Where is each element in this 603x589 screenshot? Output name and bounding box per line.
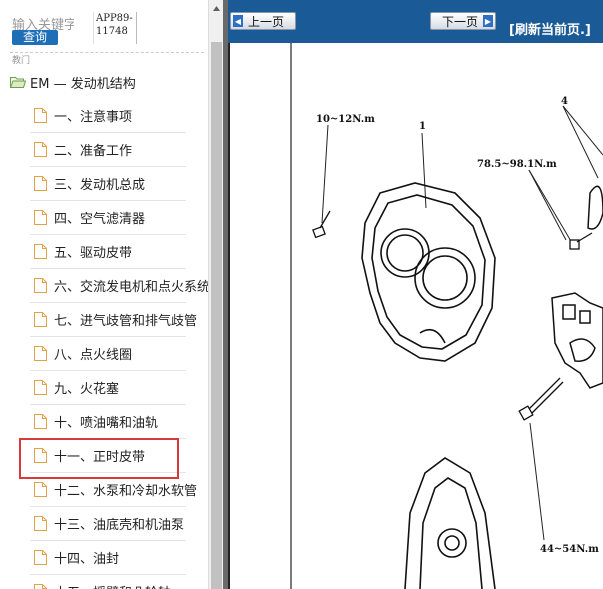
scroll-up-arrow-icon[interactable] [209,0,224,16]
scrollbar[interactable] [208,0,223,589]
next-page-button[interactable]: 下一页 ▶ [430,12,496,30]
timing-cover-lower [404,457,496,589]
torque-label-2: 78.5~98.1N.m [477,159,557,170]
document-icon [34,345,47,361]
document-icon [34,447,47,463]
tree-item-label: 四、空气滤清器 [54,211,146,227]
tree-item-label: 十二、水泵和冷却水软管 [54,483,198,499]
refresh-page-link[interactable]: [刷新当前页.] [509,19,591,38]
tree-item[interactable]: 十三、油底壳和机油泵 [34,506,208,540]
page-toolbar: ◀ 上一页 下一页 ▶ [刷新当前页.] [228,0,603,43]
tree-item-label: 一、注意事项 [54,109,133,125]
document-icon [34,379,47,395]
tree-item[interactable]: 十五、摇臂和凸轮轴 [34,574,208,589]
arrow-right-icon: ▶ [483,15,493,27]
scroll-thumb[interactable] [211,42,222,589]
document-icon [34,175,47,191]
tree-item-label: 六、交流发电机和点火系统 [54,279,208,295]
tree-item[interactable]: 五、驱动皮带 [34,234,208,268]
divider [10,52,204,53]
tree-item[interactable]: 四、空气滤清器 [34,200,208,234]
tree-caption: 教门 [12,56,31,66]
leader-lines [321,105,603,541]
tree-item[interactable]: 十、喷油嘴和油轨 [34,404,208,438]
timing-cover-upper [361,182,496,362]
tree-item[interactable]: 十一、正时皮带 [34,438,208,472]
tree-item[interactable]: 八、点火线圈 [34,336,208,370]
tensioner-bracket [551,185,603,389]
tree-item[interactable]: 六、交流发电机和点火系统 [34,268,208,302]
tree-item-label: 十、喷油嘴和油轨 [54,415,159,431]
tree-item[interactable]: 二、准备工作 [34,132,208,166]
tree-root-label: EM — 发动机结构 [30,76,136,92]
search-button[interactable]: 查询 [12,30,58,45]
document-icon [34,141,47,157]
tree-item-label: 十一、正时皮带 [54,449,146,465]
timing-belt-diagram: 10~12N.m 78.5~98.1N.m 44~54N.m 1 4 [290,43,603,589]
tree-item[interactable]: 十四、油封 [34,540,208,574]
next-page-label: 下一页 [441,14,478,29]
document-icon [34,243,47,259]
tree-root-em[interactable]: EM — 发动机结构 [10,72,136,92]
tree-item[interactable]: 三、发动机总成 [34,166,208,200]
tree-item[interactable]: 九、火花塞 [34,370,208,404]
document-view: 10~12N.m 78.5~98.1N.m 44~54N.m 1 4 [228,43,603,589]
tree-item-label: 十五、摇臂和凸轮轴 [54,582,171,589]
folder-open-icon [10,77,26,88]
document-icon [34,481,47,497]
tree-item-label: 五、驱动皮带 [54,245,133,261]
part-number-1: 1 [419,121,426,132]
bolt-parts [312,210,593,421]
tree-item[interactable]: 七、进气歧管和排气歧管 [34,302,208,336]
document-icon [34,107,47,123]
document-icon [34,515,47,531]
tree-item[interactable]: 十二、水泵和冷却水软管 [34,472,208,506]
tree-item-label: 七、进气歧管和排气歧管 [54,313,198,329]
navigation-pane: 输入关键字 查询 APP89-11748 教门 EM — 发动机结构 一、注意事… [0,0,208,589]
document-icon [34,413,47,429]
tree-item-label: 八、点火线圈 [54,347,133,363]
part-number-4: 4 [561,96,568,107]
torque-label-1: 10~12N.m [316,114,375,125]
document-icon [34,583,47,589]
torque-label-3: 44~54N.m [540,544,599,555]
document-icon [34,209,47,225]
tree-item[interactable]: 一、注意事项 [34,98,208,132]
tree-item-label: 二、准备工作 [54,143,133,159]
arrow-left-icon: ◀ [233,15,243,27]
tree-item-label: 十四、油封 [54,551,120,567]
document-icon [34,311,47,327]
tree-item-label: 九、火花塞 [54,381,120,397]
tree-item-label: 三、发动机总成 [54,177,146,193]
tree-item-label: 十三、油底壳和机油泵 [54,517,185,533]
document-icon [34,549,47,565]
prev-page-button[interactable]: ◀ 上一页 [230,12,296,30]
content-pane: ◀ 上一页 下一页 ▶ [刷新当前页.] 10~12N.m 78.5~98.1N… [228,0,603,589]
document-icon [34,277,47,293]
app-code: APP89-11748 [93,12,137,44]
prev-page-label: 上一页 [248,14,285,29]
